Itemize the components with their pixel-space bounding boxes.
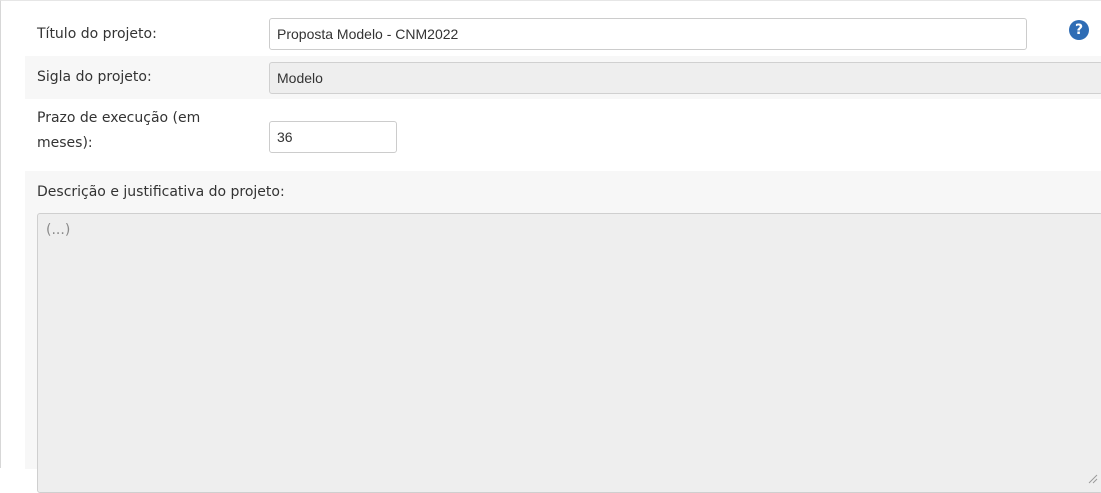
project-form: Título do projeto: Proposta Modelo - CNM… — [0, 0, 1101, 493]
prazo-label: Prazo de execução (em meses): — [37, 110, 201, 151]
descricao-label: Descrição e justificativa do projeto: — [37, 184, 285, 200]
help-question-icon[interactable]: ? — [1069, 20, 1089, 40]
descricao-text: (...) — [46, 222, 71, 238]
sigla-row: Sigla do projeto: Modelo — [25, 56, 1101, 99]
descricao-textarea[interactable]: (...) — [37, 213, 1101, 493]
sigla-label: Sigla do projeto: — [37, 69, 152, 85]
prazo-row: Prazo de execução (em meses): 36 — [25, 99, 1101, 171]
descricao-row: Descrição e justificativa do projeto: (.… — [25, 171, 1101, 493]
title-row: Título do projeto: Proposta Modelo - CNM… — [25, 11, 1101, 56]
sigla-input: Modelo — [269, 62, 1101, 94]
resize-grip-icon[interactable] — [1088, 474, 1098, 484]
prazo-input[interactable]: 36 — [269, 121, 397, 153]
title-label: Título do projeto: — [37, 26, 157, 42]
title-input[interactable]: Proposta Modelo - CNM2022 — [269, 18, 1027, 50]
